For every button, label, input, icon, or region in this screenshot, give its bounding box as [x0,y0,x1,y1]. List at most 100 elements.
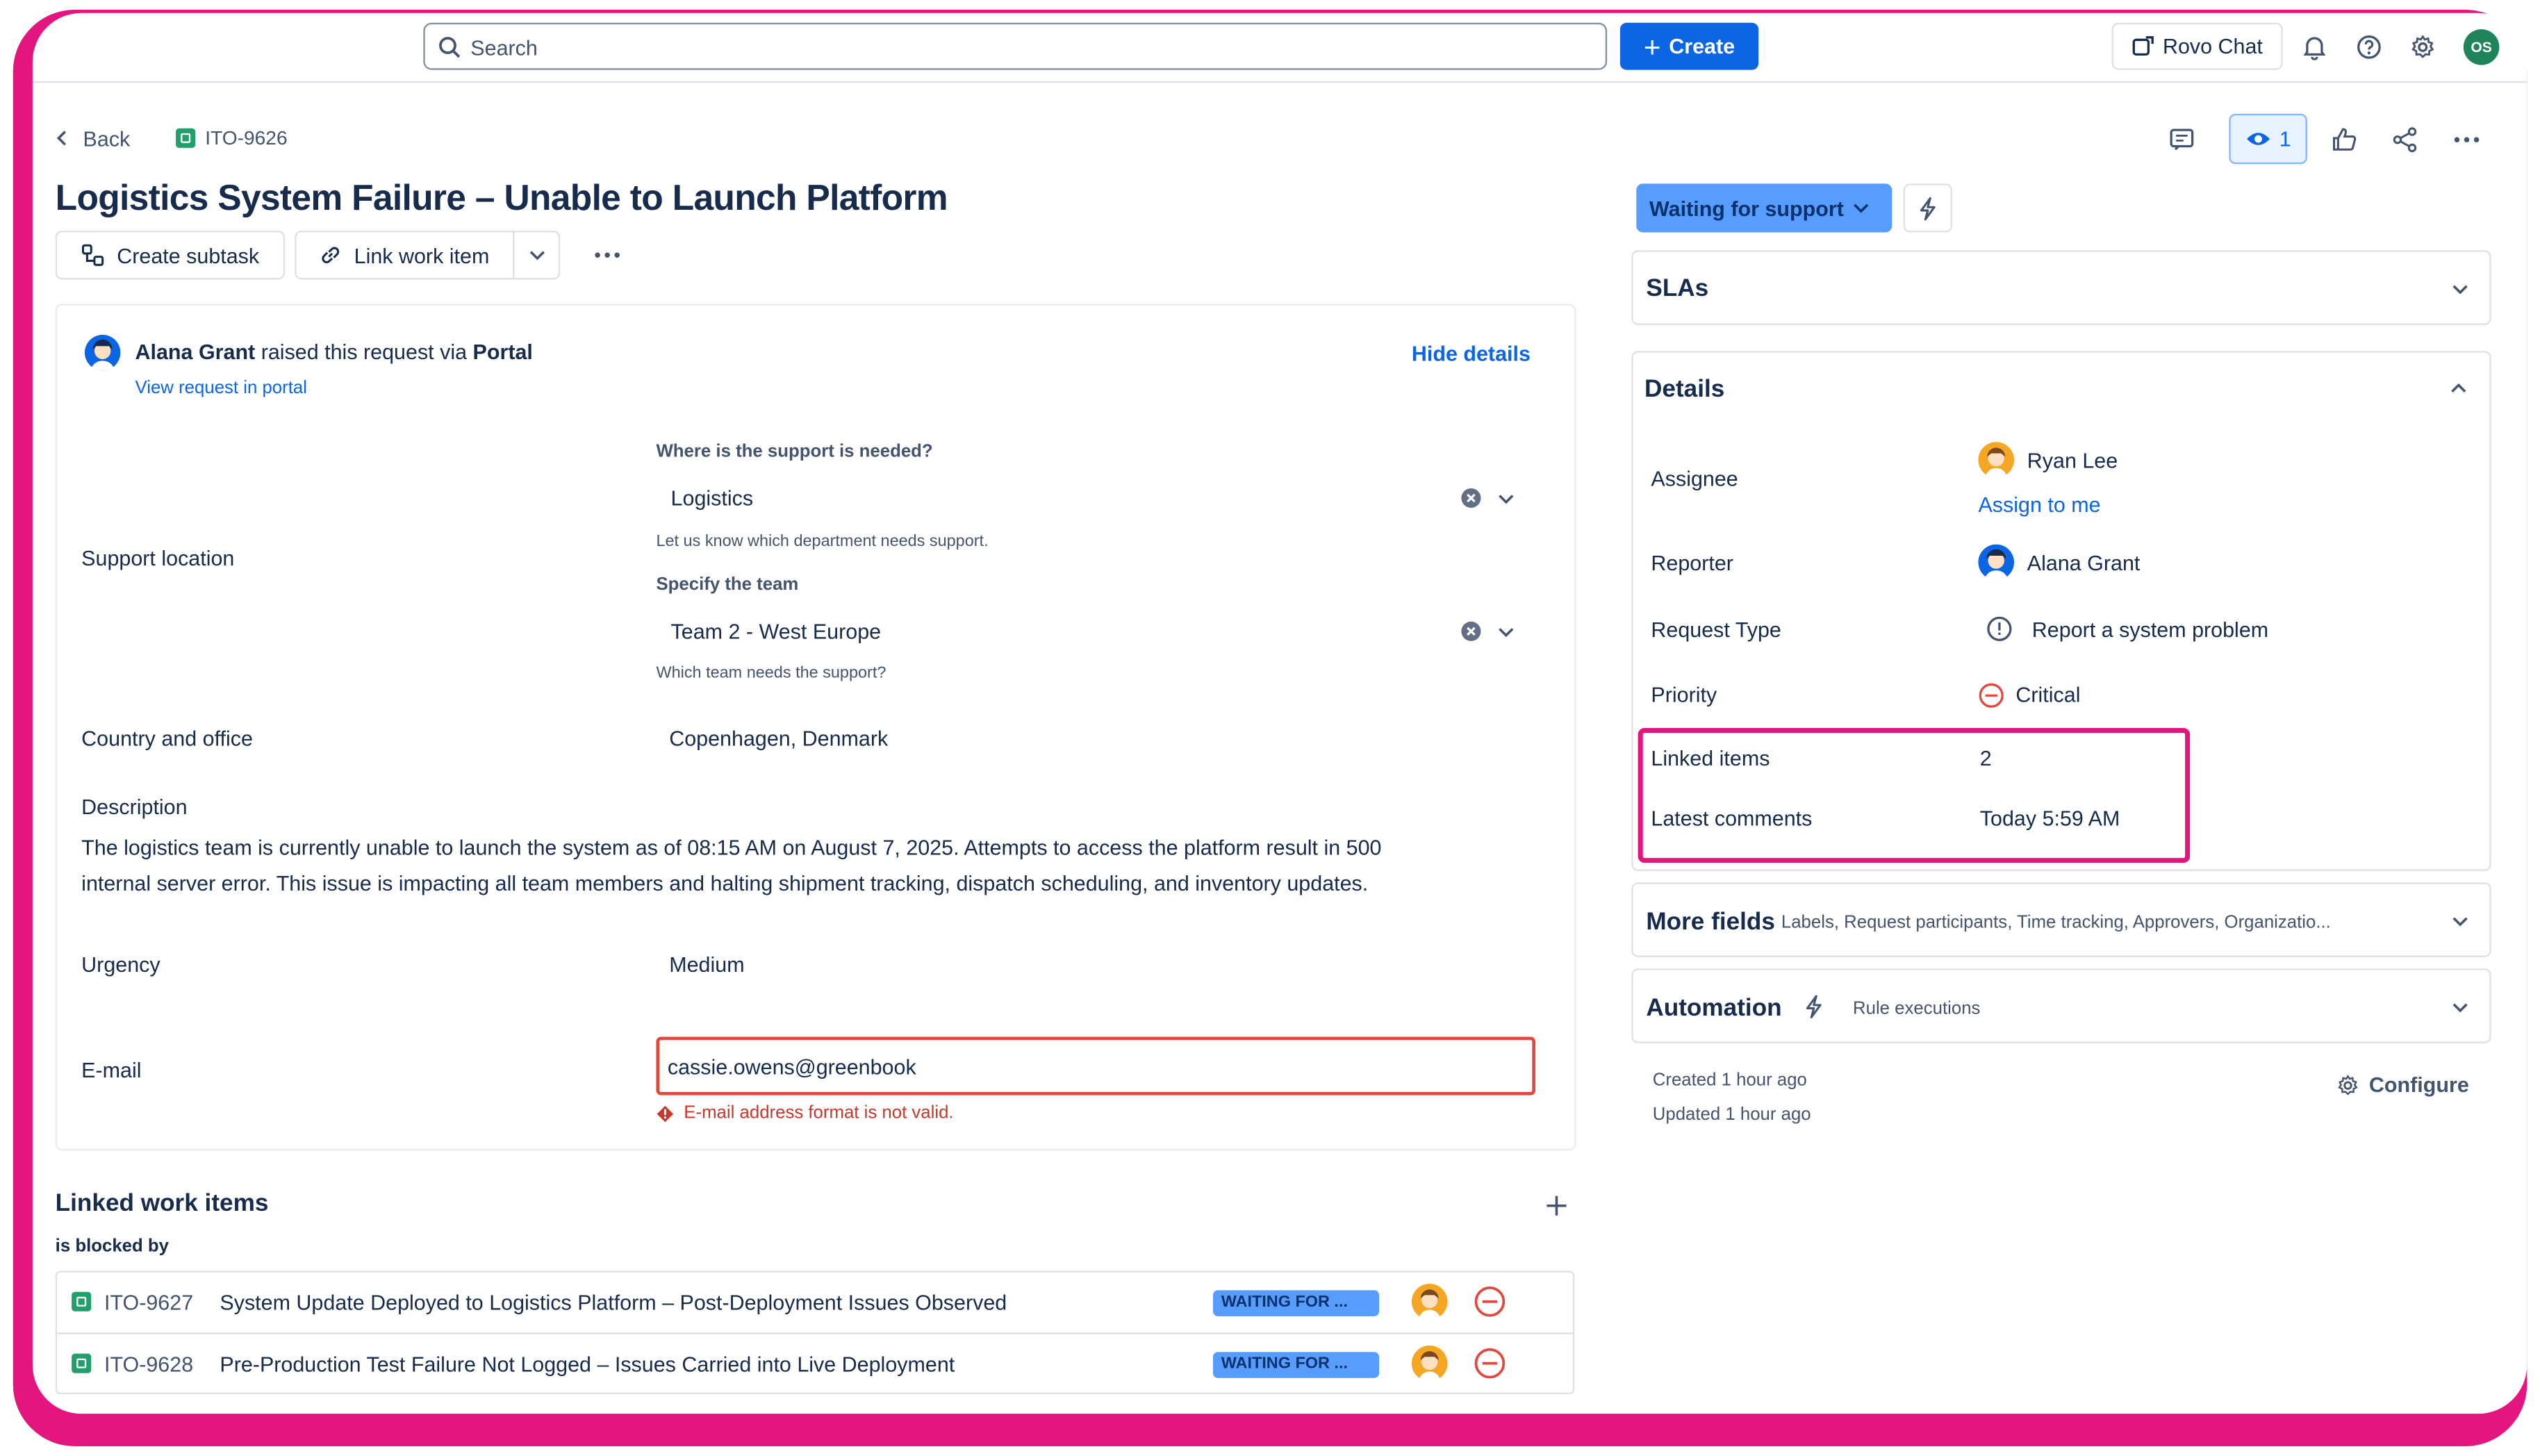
status-badge[interactable]: WAITING FOR ... [1212,1290,1380,1316]
chevron-down-icon [2452,1002,2468,1013]
lightning-icon [1918,196,1938,220]
where-needed-value: Logistics [670,486,754,511]
linked-item-key[interactable]: ITO-9628 [104,1352,193,1376]
issue-title[interactable]: Logistics System Failure – Unable to Lau… [56,177,948,220]
search-input[interactable]: Search [423,22,1608,70]
configure-button[interactable]: Configure [2336,1073,2469,1097]
clear-icon[interactable] [1460,621,1481,642]
more-actions-button[interactable] [583,231,632,279]
email-error: E-mail address format is not valid. [656,1103,954,1123]
topbar-divider [32,81,2527,83]
vote-button[interactable] [2320,117,2369,163]
more-actions-button[interactable] [2442,117,2491,163]
raised-text: raised this request via [261,339,468,365]
raised-channel: Portal [472,339,533,365]
critical-priority-icon [1978,683,2004,709]
where-needed-select[interactable]: Logistics [656,474,1535,523]
create-subtask-button[interactable]: Create subtask [55,231,286,280]
linked-items-label: Linked items [1651,745,1770,770]
latest-comments-label: Latest comments [1651,806,1813,831]
more-fields-panel[interactable]: More fields Labels, Request participants… [1631,882,2491,957]
chevron-down-icon [528,250,544,260]
settings-gear-icon [2336,1073,2359,1096]
subtask-icon [81,244,104,267]
reporter-label: Reporter [1651,551,1733,576]
assignee-avatar [1411,1345,1448,1382]
raised-by-name[interactable]: Alana Grant [135,340,256,364]
country-value[interactable]: Copenhagen, Denmark [669,727,888,751]
reporter-avatar [1978,544,2015,581]
add-linked-item-button[interactable] [1540,1189,1573,1222]
linked-item-summary[interactable]: System Update Deployed to Logistics Plat… [220,1290,1007,1314]
back-link[interactable]: Back [56,126,130,151]
table-row[interactable]: ITO-9628 Pre-Production Test Failure Not… [57,1334,1573,1395]
link-options-dropdown[interactable] [513,231,561,280]
chevron-down-icon [1854,203,1870,213]
team-select[interactable]: Team 2 - West Europe [656,608,1535,656]
critical-priority-icon [1474,1347,1506,1380]
chevron-down-icon[interactable] [1498,494,1514,504]
avatar-initials: OS [2471,39,2492,56]
urgency-value[interactable]: Medium [669,952,744,977]
support-location-label: Support location [81,546,235,571]
automation-panel[interactable]: Automation Rule executions [1631,968,2491,1043]
error-icon [656,1105,674,1123]
status-label: Waiting for support [1649,195,1844,220]
assignee-name[interactable]: Ryan Lee [2027,449,2118,473]
view-request-in-portal-link[interactable]: View request in portal [135,379,307,398]
clear-icon[interactable] [1460,488,1481,508]
reporter-name[interactable]: Alana Grant [2027,551,2141,575]
slas-label: SLAs [1646,274,1709,303]
quick-actions-button[interactable] [1903,183,1952,233]
watch-count: 1 [2279,126,2291,151]
priority-value[interactable]: Critical [2015,683,2080,707]
raised-by-line: Alana Grant raised this request via Port… [135,340,533,364]
eye-icon [2245,130,2271,148]
plus-icon [1545,1194,1568,1217]
linked-item-key[interactable]: ITO-9627 [104,1290,193,1314]
email-value: cassie.owens@greenbook [667,1054,916,1079]
email-field[interactable]: cassie.owens@greenbook [656,1036,1536,1095]
status-dropdown[interactable]: Waiting for support [1636,183,1892,233]
automation-label: Automation [1646,994,1782,1023]
hide-details-link[interactable]: Hide details [1412,341,1531,365]
link-work-item-button[interactable]: Link work item [295,231,515,280]
slas-panel[interactable]: SLAs [1631,250,2491,325]
linked-item-summary[interactable]: Pre-Production Test Failure Not Logged –… [220,1352,955,1376]
description-line-1[interactable]: The logistics team is currently unable t… [81,835,1381,859]
request-type-value[interactable]: Report a system problem [2032,618,2268,642]
help-icon[interactable] [2356,34,2382,60]
assignee-avatar [1411,1284,1448,1320]
share-button[interactable] [2380,117,2429,163]
linked-items-value[interactable]: 2 [1980,746,1992,770]
feedback-button[interactable] [2157,117,2206,163]
settings-gear-icon[interactable] [2410,34,2436,60]
chevron-down-icon[interactable] [1498,627,1514,638]
rovo-chat-button[interactable]: Rovo Chat [2111,22,2283,70]
reporter-avatar [84,334,121,371]
linked-work-items-heading: Linked work items [55,1189,269,1218]
latest-comments-value[interactable]: Today 5:59 AM [1980,806,2120,830]
issue-key-breadcrumb[interactable]: ITO-9626 [176,126,288,149]
assign-to-me-link[interactable]: Assign to me [1978,493,2100,517]
create-subtask-label: Create subtask [117,242,260,267]
watch-button[interactable]: 1 [2229,113,2307,165]
bell-icon[interactable] [2302,34,2327,60]
country-label: Country and office [81,726,253,751]
team-value: Team 2 - West Europe [670,619,882,644]
description-line-2[interactable]: internal server error. This issue is imp… [81,871,1368,895]
created-timestamp: Created 1 hour ago [1652,1070,1807,1091]
chevron-up-icon[interactable] [2450,383,2466,393]
rovo-label: Rovo Chat [2162,34,2263,59]
configure-label: Configure [2368,1072,2469,1098]
create-button[interactable]: + Create [1619,22,1759,70]
updated-timestamp: Updated 1 hour ago [1652,1105,1811,1125]
rule-executions-label[interactable]: Rule executions [1853,1000,1980,1019]
priority-label: Priority [1651,682,1717,707]
table-row[interactable]: ITO-9627 System Update Deployed to Logis… [57,1273,1573,1333]
details-label[interactable]: Details [1644,375,1724,403]
status-badge[interactable]: WAITING FOR ... [1212,1352,1380,1378]
alert-circle-icon [1986,616,2012,642]
search-icon [438,35,461,58]
user-avatar[interactable]: OS [2463,29,2500,65]
